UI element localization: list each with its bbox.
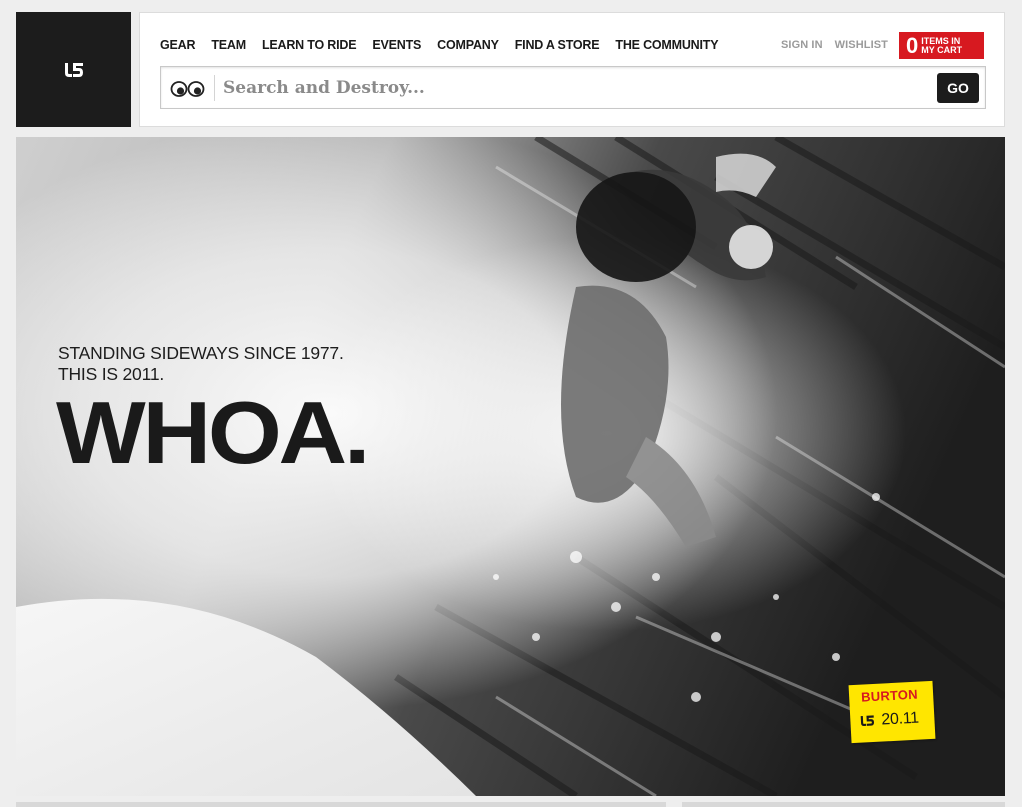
hero-tagline-line2: THIS IS 2011. xyxy=(58,364,165,384)
main-nav: GEAR TEAM LEARN TO RIDE EVENTS COMPANY F… xyxy=(160,38,734,52)
burton-logo-icon xyxy=(860,715,875,727)
nav-item-events[interactable]: EVENTS xyxy=(372,38,421,52)
nav-item-gear[interactable]: GEAR xyxy=(160,38,196,52)
footer-strip-left xyxy=(16,802,666,807)
nav-item-find-a-store[interactable]: FIND A STORE xyxy=(515,38,600,52)
hero-tagline: STANDING SIDEWAYS SINCE 1977. THIS IS 20… xyxy=(58,343,344,385)
nav-item-team[interactable]: TEAM xyxy=(211,38,246,52)
sticker-date: 20.11 xyxy=(880,709,920,729)
site-logo[interactable] xyxy=(16,12,131,127)
cart-count: 0 xyxy=(906,32,919,58)
search-go-button[interactable]: GO xyxy=(937,73,979,103)
footer-strip-right xyxy=(682,802,1005,807)
burton-date-sticker: BURTON 20.11 xyxy=(848,680,936,744)
account-links: SIGN IN WISHLIST xyxy=(781,39,888,51)
wishlist-link[interactable]: WISHLIST xyxy=(835,39,888,51)
search-divider xyxy=(214,75,215,101)
nav-item-the-community[interactable]: THE COMMUNITY xyxy=(615,38,718,52)
search-bar: GO xyxy=(160,66,986,109)
hero-tagline-line1: STANDING SIDEWAYS SINCE 1977. xyxy=(58,343,344,363)
hero-banner[interactable]: STANDING SIDEWAYS SINCE 1977. THIS IS 20… xyxy=(16,137,1005,796)
cart-label: ITEMS IN MY CART xyxy=(921,35,963,55)
sticker-brand: BURTON xyxy=(860,686,919,705)
nav-item-learn-to-ride[interactable]: LEARN TO RIDE xyxy=(262,38,357,52)
header-panel: GEAR TEAM LEARN TO RIDE EVENTS COMPANY F… xyxy=(139,12,1005,127)
sign-in-link[interactable]: SIGN IN xyxy=(781,39,823,51)
hero-headline: WHOA. xyxy=(56,383,370,482)
burton-logo-icon xyxy=(64,62,83,77)
eyes-icon xyxy=(170,81,205,97)
nav-item-company[interactable]: COMPANY xyxy=(437,38,499,52)
cart-button[interactable]: 0 ITEMS IN MY CART xyxy=(899,32,984,59)
search-input[interactable] xyxy=(223,73,923,103)
